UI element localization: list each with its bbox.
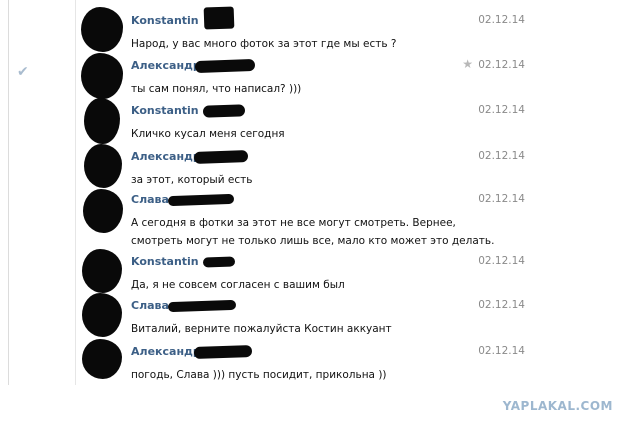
sender-name[interactable]: Александр: [131, 150, 201, 163]
redaction-mark: [202, 104, 246, 118]
avatar[interactable]: [83, 189, 123, 233]
avatar[interactable]: [84, 98, 120, 144]
sender-name[interactable]: Александр: [131, 59, 201, 72]
message-date[interactable]: 02.12.14: [478, 14, 525, 26]
redaction-mark: [193, 150, 249, 164]
redaction-mark: [194, 58, 256, 74]
left-rule: [0, 0, 9, 385]
redaction-mark: [167, 299, 237, 313]
message-text: ты сам понял, что написал? ))): [131, 83, 302, 95]
avatar[interactable]: [84, 144, 122, 188]
avatar[interactable]: [81, 7, 123, 52]
sender-name[interactable]: Слава: [131, 299, 169, 312]
message-text: Да, я не совсем согласен с вашим был: [131, 279, 345, 291]
redaction-mark: [202, 256, 236, 268]
sender-name[interactable]: Слава: [131, 193, 169, 206]
message-text: А сегодня в фотки за этот не все могут с…: [131, 214, 494, 250]
message-text: Виталий, верните пожалуйста Костин аккуа…: [131, 323, 392, 335]
sender-name[interactable]: Александр: [131, 345, 201, 358]
avatar[interactable]: [81, 53, 123, 99]
redaction-mark: [203, 6, 235, 30]
redaction-mark: [167, 193, 235, 207]
message-date[interactable]: 02.12.14: [478, 150, 525, 162]
star-icon[interactable]: ★: [462, 57, 473, 71]
message-list: Konstantin 02.12.14 Народ, у вас много ф…: [76, 0, 546, 385]
message-text: погодь, Слава ))) пусть посидит, приколь…: [131, 369, 387, 381]
message-date[interactable]: 02.12.14: [478, 299, 525, 311]
message-text: Народ, у вас много фоток за этот где мы …: [131, 38, 397, 50]
message-date[interactable]: 02.12.14: [478, 193, 525, 205]
message-line: А сегодня в фотки за этот не все могут с…: [131, 217, 456, 229]
check-icon[interactable]: ✔: [17, 64, 29, 80]
message-text: за этот, который есть: [131, 174, 253, 186]
message-date[interactable]: 02.12.14: [478, 104, 525, 116]
message-line: смотреть могут не только лишь все, мало …: [131, 235, 495, 247]
sender-name[interactable]: Konstantin: [131, 14, 199, 27]
message-date[interactable]: 02.12.14: [478, 345, 525, 357]
redaction-mark: [193, 344, 253, 360]
sender-name[interactable]: Konstantin: [131, 255, 199, 268]
message-date[interactable]: 02.12.14: [478, 255, 525, 267]
message-text: Кличко кусал меня сегодня: [131, 128, 285, 140]
watermark-logo: YAPLAKAL.COM: [502, 399, 613, 413]
avatar[interactable]: [82, 293, 122, 337]
avatar[interactable]: [82, 339, 122, 379]
message-date[interactable]: 02.12.14: [478, 59, 525, 71]
sender-name[interactable]: Konstantin: [131, 104, 199, 117]
avatar[interactable]: [82, 249, 122, 293]
